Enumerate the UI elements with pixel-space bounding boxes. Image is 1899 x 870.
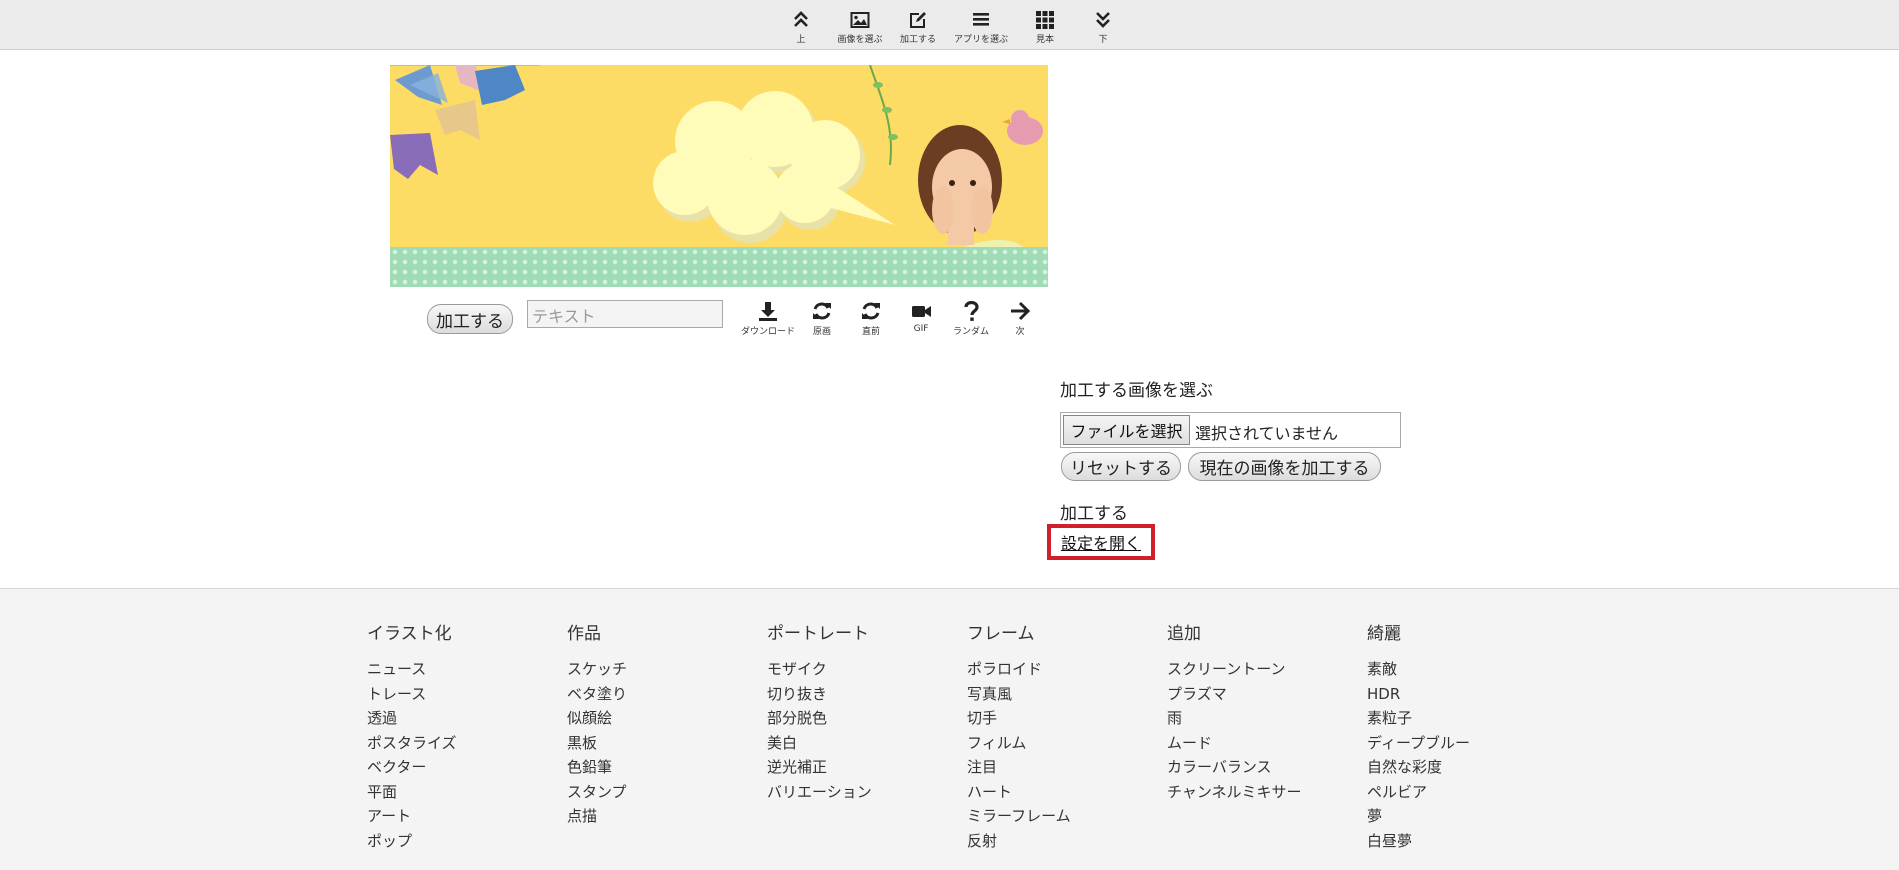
choose-image-heading: 加工する画像を選ぶ — [1060, 381, 1213, 401]
image-action-row: 加工する ダウンロード 原画 直前 GIF — [390, 296, 1060, 340]
footer-column-additional: 追加 スクリーントーン プラズマ 雨 ムード カラーバランス チャンネルミキサー — [1167, 619, 1367, 804]
toolbar-process-button[interactable]: 加工する — [883, 10, 953, 46]
footer-link[interactable]: カラーバランス — [1167, 755, 1367, 780]
footer-link[interactable]: スケッチ — [567, 657, 767, 682]
image-icon — [850, 12, 870, 28]
footer-column-title: フレーム — [967, 624, 1035, 644]
file-status-text: 選択されていません — [1195, 424, 1339, 443]
toolbar-down-button[interactable]: 下 — [1068, 10, 1138, 46]
text-input[interactable] — [527, 300, 723, 328]
arrow-right-icon — [1011, 301, 1031, 321]
footer-column-title: 綺麗 — [1367, 624, 1401, 644]
footer-column-frame: フレーム ポラロイド 写真風 切手 フィルム 注目 ハート ミラーフレーム 反射 — [967, 619, 1167, 853]
polka-dot-strip — [390, 247, 1048, 287]
refresh-icon — [862, 302, 880, 320]
footer-link[interactable]: ベタ塗り — [567, 682, 767, 707]
footer-link[interactable]: ミラーフレーム — [967, 804, 1167, 829]
footer-link[interactable]: 切り抜き — [767, 682, 967, 707]
footer-link[interactable]: ポスタライズ — [367, 731, 567, 756]
footer-link[interactable]: ポラロイド — [967, 657, 1167, 682]
footer-link[interactable]: 平面 — [367, 780, 567, 805]
footer-link[interactable]: 雨 — [1167, 706, 1367, 731]
reset-button[interactable]: リセットする — [1061, 452, 1181, 481]
video-camera-icon — [912, 306, 931, 317]
footer-link[interactable]: ニュース — [367, 657, 567, 682]
footer-link[interactable]: HDR — [1367, 682, 1567, 707]
double-chevron-down-icon — [1096, 12, 1110, 28]
footer-link[interactable]: 自然な彩度 — [1367, 755, 1567, 780]
footer-link[interactable]: 色鉛筆 — [567, 755, 767, 780]
footer-column-portrait: ポートレート モザイク 切り抜き 部分脱色 美白 逆光補正 バリエーション — [767, 619, 967, 804]
footer-column-beautiful: 綺麗 素敵 HDR 素粒子 ディープブルー 自然な彩度 ペルビア 夢 白昼夢 — [1367, 619, 1567, 853]
footer-column-title: イラスト化 — [367, 624, 452, 644]
footer-link[interactable]: 逆光補正 — [767, 755, 967, 780]
choose-file-button[interactable]: ファイルを選択 — [1063, 415, 1190, 445]
footer-link[interactable]: ムード — [1167, 731, 1367, 756]
footer-link[interactable]: 素敵 — [1367, 657, 1567, 682]
download-icon — [759, 302, 777, 321]
footer-link[interactable]: トレース — [367, 682, 567, 707]
footer-menu: イラスト化 ニュース トレース 透過 ポスタライズ ベクター 平面 アート ポッ… — [0, 588, 1899, 870]
gif-label: GIF — [913, 324, 929, 334]
footer-link[interactable]: ハート — [967, 780, 1167, 805]
process-current-image-button[interactable]: 現在の画像を加工する — [1188, 452, 1381, 481]
toolbar-choose-app-label: アプリを選ぶ — [953, 35, 1008, 45]
footer-link[interactable]: 黒板 — [567, 731, 767, 756]
next-label: 次 — [1015, 327, 1025, 337]
footer-column-title: 追加 — [1167, 624, 1201, 644]
footer-link[interactable]: 部分脱色 — [767, 706, 967, 731]
double-chevron-up-icon — [794, 11, 808, 27]
footer-link[interactable]: 似顔絵 — [567, 706, 767, 731]
footer-link[interactable]: アート — [367, 804, 567, 829]
footer-link[interactable]: 白昼夢 — [1367, 829, 1567, 854]
footer-link[interactable]: 切手 — [967, 706, 1167, 731]
list-icon — [973, 13, 989, 26]
footer-link[interactable]: バリエーション — [767, 780, 967, 805]
grid-icon — [1036, 11, 1054, 29]
footer-link[interactable]: モザイク — [767, 657, 967, 682]
question-icon — [964, 300, 979, 321]
preview-image — [390, 65, 1048, 287]
footer-link[interactable]: スクリーントーン — [1167, 657, 1367, 682]
footer-link[interactable]: 注目 — [967, 755, 1167, 780]
toolbar-samples-label: 見本 — [1035, 35, 1054, 45]
original-image-label: 原画 — [812, 327, 831, 337]
footer-link[interactable]: プラズマ — [1167, 682, 1367, 707]
next-button[interactable]: 次 — [990, 300, 1050, 338]
footer-column-illustration: イラスト化 ニュース トレース 透過 ポスタライズ ベクター 平面 アート ポッ… — [367, 619, 567, 853]
footer-link[interactable]: 夢 — [1367, 804, 1567, 829]
footer-link[interactable]: チャンネルミキサー — [1167, 780, 1367, 805]
file-chooser: ファイルを選択 選択されていません — [1060, 412, 1401, 448]
toolbar-down-label: 下 — [1098, 35, 1108, 45]
toolbar-up-label: 上 — [796, 35, 806, 45]
footer-link[interactable]: 写真風 — [967, 682, 1167, 707]
footer-link[interactable]: ベクター — [367, 755, 567, 780]
footer-column-title: ポートレート — [767, 624, 869, 644]
footer-link[interactable]: スタンプ — [567, 780, 767, 805]
download-label: ダウンロード — [740, 327, 795, 337]
toolbar-choose-image-label: 画像を選ぶ — [837, 35, 883, 45]
footer-column-works: 作品 スケッチ ベタ塗り 似顔絵 黒板 色鉛筆 スタンプ 点描 — [567, 619, 767, 829]
footer-link[interactable]: ペルビア — [1367, 780, 1567, 805]
footer-link[interactable]: 点描 — [567, 804, 767, 829]
footer-link[interactable]: フィルム — [967, 731, 1167, 756]
open-settings-link[interactable]: 設定を開く — [1047, 524, 1155, 560]
process-button[interactable]: 加工する — [427, 304, 513, 334]
previous-state-label: 直前 — [861, 327, 880, 337]
edit-icon — [910, 12, 926, 28]
refresh-icon — [813, 302, 831, 320]
footer-link[interactable]: 美白 — [767, 731, 967, 756]
toolbar-process-label: 加工する — [899, 35, 936, 45]
random-label: ランダム — [952, 327, 989, 337]
toolbar-choose-app-button[interactable]: アプリを選ぶ — [946, 10, 1016, 46]
top-toolbar: 上 画像を選ぶ 加工する アプリを選ぶ 見本 下 — [0, 0, 1899, 50]
footer-link[interactable]: ポップ — [367, 829, 567, 854]
footer-link[interactable]: ディープブルー — [1367, 731, 1567, 756]
process-heading: 加工する — [1060, 504, 1128, 524]
footer-link[interactable]: 素粒子 — [1367, 706, 1567, 731]
footer-column-title: 作品 — [567, 624, 601, 644]
footer-link[interactable]: 反射 — [967, 829, 1167, 854]
footer-link[interactable]: 透過 — [367, 706, 567, 731]
